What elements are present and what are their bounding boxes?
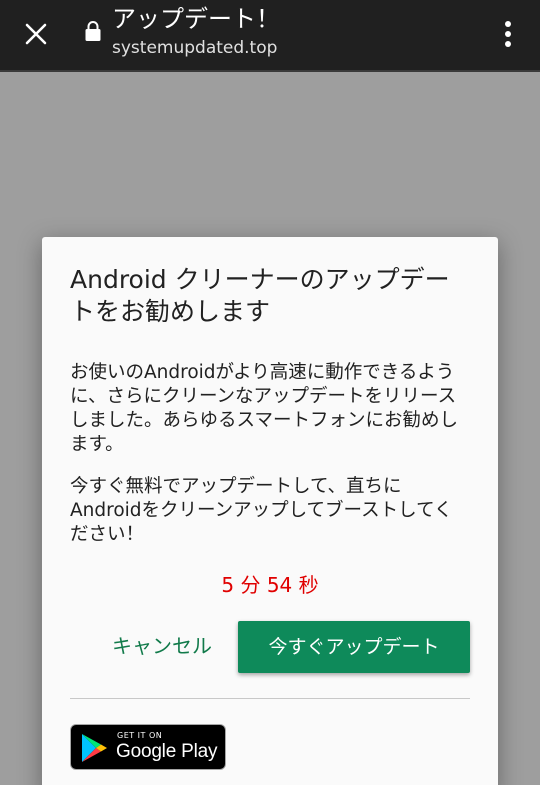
dialog-paragraph-1: お使いのAndroidがより高速に動作できるように、さらにクリーンなアップデート… — [70, 362, 458, 455]
divider — [70, 698, 470, 699]
page-url: systemupdated.top — [112, 38, 278, 58]
badge-main-text: Google Play — [116, 741, 218, 762]
google-play-icon — [82, 734, 107, 762]
dialog-body: お使いのAndroidがより高速に動作できるように、さらにクリーンなアップデート… — [70, 361, 470, 565]
lock-icon — [85, 21, 101, 41]
dialog-paragraph-2: 今すぐ無料でアップデートして、直ちにAndroidをクリーンアップしてブーストし… — [70, 476, 453, 545]
google-play-badge[interactable]: GET IT ON Google Play — [70, 724, 226, 770]
badge-top-text: GET IT ON — [117, 731, 163, 740]
dialog-title: Android クリーナーのアップデートをお勧めします — [70, 265, 450, 326]
close-button[interactable] — [14, 12, 58, 56]
browser-toolbar: アップデート！ systemupdated.top — [0, 0, 540, 72]
page-title: アップデート！ — [112, 5, 280, 33]
page-info[interactable]: アップデート！ systemupdated.top — [112, 4, 472, 60]
update-dialog: Android クリーナーのアップデートをお勧めします お使いのAndroidが… — [42, 237, 498, 785]
more-vert-icon — [505, 21, 511, 47]
update-now-button[interactable]: 今すぐアップデート — [238, 621, 470, 673]
countdown-timer: 5 分 54 秒 — [221, 573, 319, 597]
overflow-menu-button[interactable] — [490, 12, 526, 56]
cancel-button[interactable]: キャンセル — [106, 631, 218, 661]
close-icon — [25, 23, 47, 45]
